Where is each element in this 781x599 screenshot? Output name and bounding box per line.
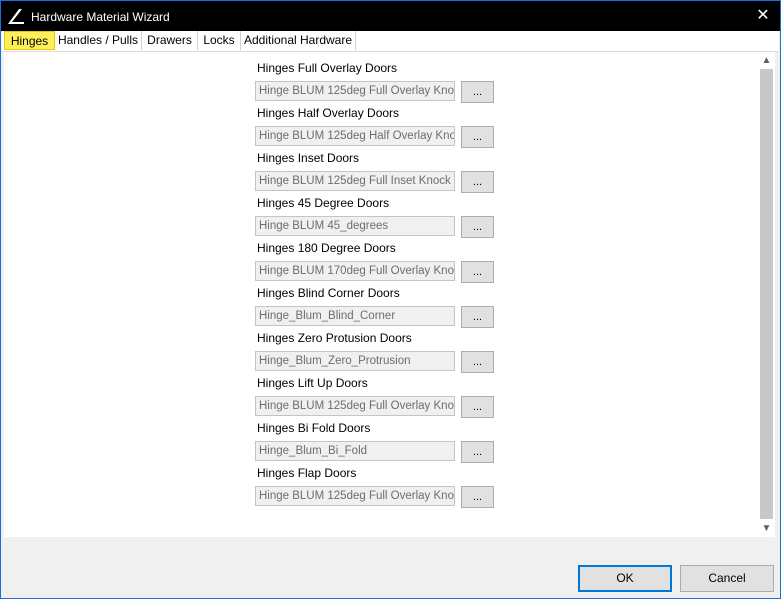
- ok-button[interactable]: OK: [578, 565, 672, 592]
- browse-button[interactable]: ...: [461, 81, 494, 103]
- field-label: Hinges Lift Up Doors: [257, 376, 368, 390]
- cancel-button[interactable]: Cancel: [680, 565, 774, 592]
- window-title: Hardware Material Wizard: [31, 10, 170, 24]
- field-label: Hinges Flap Doors: [257, 466, 357, 480]
- app-logo-icon: [8, 9, 24, 24]
- browse-button[interactable]: ...: [461, 351, 494, 373]
- field-label: Hinges Half Overlay Doors: [257, 106, 400, 120]
- tab-drawers[interactable]: Drawers: [142, 31, 198, 50]
- tab-additional-hardware[interactable]: Additional Hardware: [241, 31, 356, 50]
- tab-handles-pulls[interactable]: Handles / Pulls: [55, 31, 142, 50]
- browse-button[interactable]: ...: [461, 486, 494, 508]
- hinge-zero-protusion-field[interactable]: Hinge_Blum_Zero_Protrusion: [255, 351, 455, 371]
- vertical-scrollbar[interactable]: ▲ ▼: [758, 52, 775, 537]
- field-label: Hinges Zero Protusion Doors: [257, 331, 412, 345]
- field-label: Hinges Full Overlay Doors: [257, 61, 398, 75]
- field-label: Hinges Blind Corner Doors: [257, 286, 400, 300]
- hardware-material-wizard-window: Hardware Material Wizard ✕ Hinges Handle…: [0, 0, 781, 599]
- dialog-button-area: OK Cancel: [2, 537, 779, 598]
- browse-button[interactable]: ...: [461, 216, 494, 238]
- hinge-flap-field[interactable]: Hinge BLUM 125deg Full Overlay Knock: [255, 486, 455, 506]
- browse-button[interactable]: ...: [461, 261, 494, 283]
- hinge-bi-fold-field[interactable]: Hinge_Blum_Bi_Fold: [255, 441, 455, 461]
- browse-button[interactable]: ...: [461, 396, 494, 418]
- field-label: Hinges 45 Degree Doors: [257, 196, 390, 210]
- chevron-down-icon[interactable]: ▼: [758, 520, 775, 537]
- field-label: Hinges Bi Fold Doors: [257, 421, 371, 435]
- hinge-half-overlay-field[interactable]: Hinge BLUM 125deg Half Overlay Knock: [255, 126, 455, 146]
- tab-locks[interactable]: Locks: [198, 31, 241, 50]
- close-icon[interactable]: ✕: [746, 1, 780, 31]
- browse-button[interactable]: ...: [461, 441, 494, 463]
- field-label: Hinges Inset Doors: [257, 151, 360, 165]
- scroll-thumb[interactable]: [760, 69, 773, 519]
- hinges-panel: Hinges Full Overlay Doors Hinge BLUM 125…: [4, 52, 758, 537]
- tab-bar: Hinges Handles / Pulls Drawers Locks Add…: [2, 31, 779, 52]
- chevron-up-icon[interactable]: ▲: [758, 52, 775, 69]
- hinge-inset-field[interactable]: Hinge BLUM 125deg Full Inset Knock In: [255, 171, 455, 191]
- browse-button[interactable]: ...: [461, 306, 494, 328]
- hinge-lift-up-field[interactable]: Hinge BLUM 125deg Full Overlay Knock: [255, 396, 455, 416]
- field-label: Hinges 180 Degree Doors: [257, 241, 396, 255]
- hinge-full-overlay-field[interactable]: Hinge BLUM 125deg Full Overlay Knock: [255, 81, 455, 101]
- hinge-blind-corner-field[interactable]: Hinge_Blum_Blind_Corner: [255, 306, 455, 326]
- hinge-45-degree-field[interactable]: Hinge BLUM 45_degrees: [255, 216, 455, 236]
- browse-button[interactable]: ...: [461, 171, 494, 193]
- tab-hinges[interactable]: Hinges: [4, 31, 55, 50]
- hinge-180-degree-field[interactable]: Hinge BLUM 170deg Full Overlay Knock: [255, 261, 455, 281]
- browse-button[interactable]: ...: [461, 126, 494, 148]
- title-bar: Hardware Material Wizard ✕: [1, 1, 780, 31]
